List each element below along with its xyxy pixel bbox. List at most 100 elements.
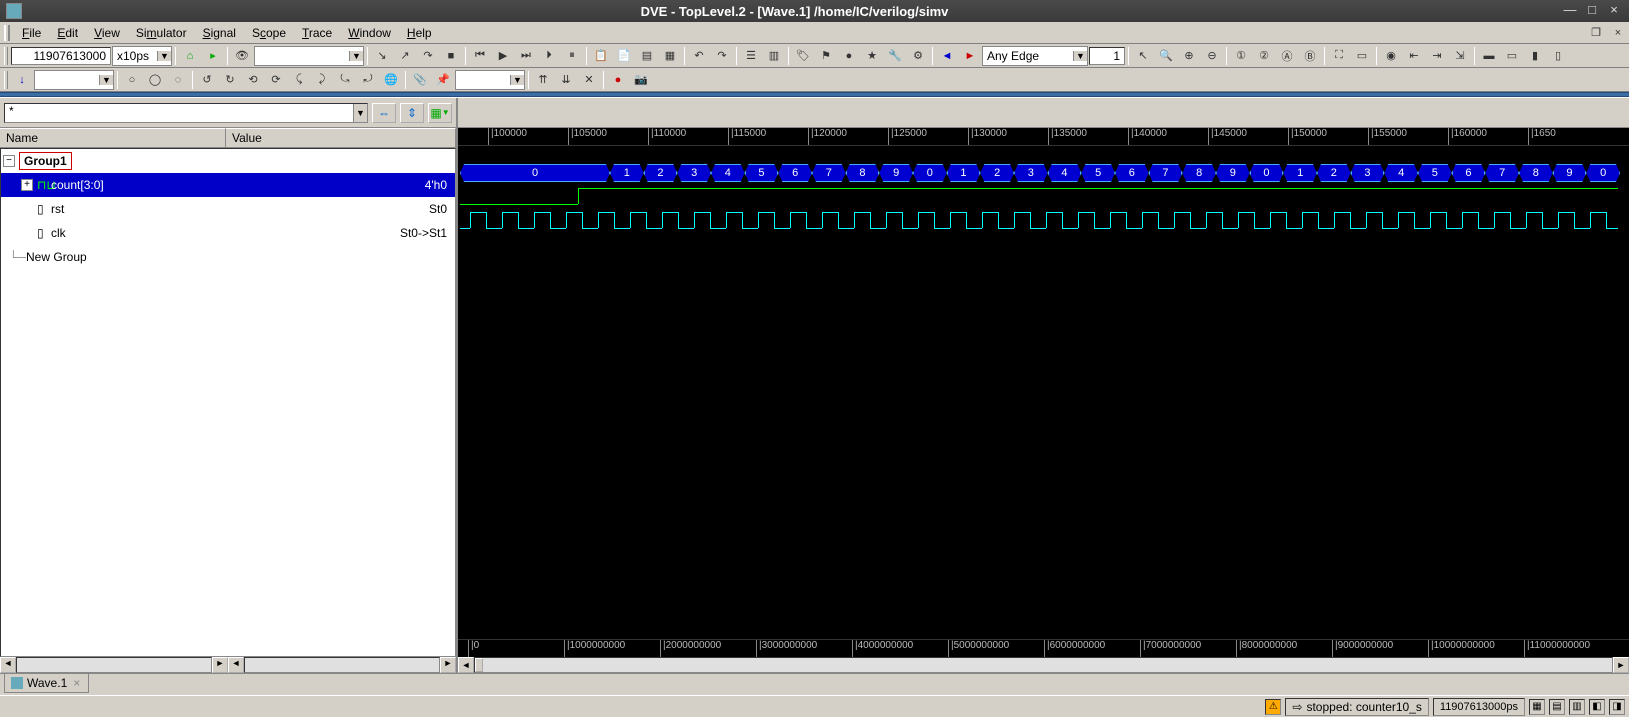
menu-scope[interactable]: Scope <box>244 24 294 42</box>
region-icon[interactable]: ▭ <box>1351 46 1373 66</box>
scroll-left2-icon[interactable]: ◄ <box>228 657 244 673</box>
trace-up-icon[interactable]: ⇈ <box>532 70 554 90</box>
filter-expand-icon[interactable]: ⇔ <box>372 103 396 123</box>
fit-icon[interactable]: ⛶ <box>1328 46 1350 66</box>
breakpoint-icon[interactable]: ● <box>838 46 860 66</box>
tab-wave1[interactable]: Wave.1 × <box>4 674 89 693</box>
grid-icon[interactable]: ▦ <box>659 46 681 66</box>
edge-mode-combo[interactable]: Any Edge▼ <box>982 46 1088 66</box>
prev-edge-icon[interactable]: ◄ <box>936 46 958 66</box>
hierarchy-icon[interactable]: ▸ <box>202 46 224 66</box>
list-icon[interactable]: ☰ <box>740 46 762 66</box>
minimize-button[interactable]: — <box>1561 3 1579 19</box>
wave-fill-icon[interactable]: ▬ <box>1478 46 1500 66</box>
signal-row-count[interactable]: + ⊓⊔ count[3:0] 4'h0 <box>1 173 455 197</box>
globe-icon[interactable]: 🌐 <box>380 70 402 90</box>
maximize-button[interactable]: □ <box>1583 3 1601 19</box>
snapshot-icon[interactable]: 📷 <box>630 70 652 90</box>
zoom-in-icon[interactable]: ⊕ <box>1178 46 1200 66</box>
collapse-icon[interactable]: − <box>3 155 15 167</box>
left-hscrollbar[interactable]: ◄ ► ◄ ► <box>0 657 456 673</box>
step8-icon[interactable]: ⤾ <box>357 70 379 90</box>
flag-icon[interactable]: ⚑ <box>815 46 837 66</box>
signal-filter-combo[interactable]: * ▼ <box>4 103 368 123</box>
edge-count-input[interactable] <box>1089 47 1125 65</box>
continue-icon[interactable]: ⏵ <box>538 46 560 66</box>
close-button[interactable]: × <box>1605 3 1623 19</box>
new-group-row[interactable]: └─ New Group <box>1 245 455 269</box>
zoom-out-icon[interactable]: ⊖ <box>1201 46 1223 66</box>
wrench-icon[interactable]: 🔧 <box>884 46 906 66</box>
status-alert-icon[interactable]: ⚠ <box>1265 699 1281 715</box>
record-icon[interactable]: ● <box>607 70 629 90</box>
home-icon[interactable]: ⌂ <box>179 46 201 66</box>
step4-icon[interactable]: ⟳ <box>265 70 287 90</box>
wave-tall-icon[interactable]: ▯ <box>1547 46 1569 66</box>
redo-icon[interactable]: ↷ <box>711 46 733 66</box>
pin-icon[interactable]: 📌 <box>432 70 454 90</box>
menu-grip[interactable] <box>4 25 10 41</box>
gear-icon[interactable]: ⚙ <box>907 46 929 66</box>
cursor-icon[interactable]: ↖ <box>1132 46 1154 66</box>
bookmark-icon[interactable]: ★ <box>861 46 883 66</box>
time-input[interactable] <box>11 47 111 65</box>
undo-icon[interactable]: ↶ <box>688 46 710 66</box>
scrollbar-thumb[interactable] <box>475 658 483 672</box>
filter-options-combo[interactable]: ▦▼ <box>428 103 452 123</box>
group-row[interactable]: − Group1 <box>1 149 455 173</box>
wave-collapse-icon[interactable]: ▭ <box>1501 46 1523 66</box>
circle1-icon[interactable]: ○ <box>121 70 143 90</box>
dropdown-arrow-icon[interactable]: ▼ <box>353 104 367 122</box>
scroll-right2-icon[interactable]: ► <box>440 657 456 673</box>
run-icon[interactable]: ▶ <box>492 46 514 66</box>
paste-icon[interactable]: 📄 <box>613 46 635 66</box>
run-fwd-icon[interactable]: ⏭ <box>515 46 537 66</box>
circle2-icon[interactable]: ◯ <box>144 70 166 90</box>
toolbar2-grip[interactable] <box>4 71 8 89</box>
down-arrow-icon[interactable]: ↓ <box>11 70 33 90</box>
search-combo[interactable]: ▼ <box>254 46 364 66</box>
scroll-right-icon[interactable]: ► <box>212 657 228 673</box>
marker2-icon[interactable]: ② <box>1253 46 1275 66</box>
status-icon-3[interactable]: ▥ <box>1569 699 1585 715</box>
wave-hscrollbar[interactable]: ◄ ► <box>458 657 1629 673</box>
time-unit-combo[interactable]: x10ps▼ <box>112 46 172 66</box>
trace-x-icon[interactable]: ✕ <box>578 70 600 90</box>
wave-row-clk[interactable] <box>458 210 1629 234</box>
step5-icon[interactable]: ⤹ <box>288 70 310 90</box>
step-out-icon[interactable]: ↗ <box>394 46 416 66</box>
menu-window[interactable]: Window <box>340 24 399 42</box>
run-back-icon[interactable]: ⏮ <box>469 46 491 66</box>
menu-simulator[interactable]: Simulator <box>128 24 195 42</box>
waveform-area[interactable]: 0123456789012345678901234567890 <box>458 146 1629 639</box>
expand-icon[interactable]: + <box>21 179 33 191</box>
menu-file[interactable]: File <box>14 24 49 42</box>
step-over-icon[interactable]: ↷ <box>417 46 439 66</box>
menu-view[interactable]: View <box>86 24 128 42</box>
marker-b-icon[interactable]: Ⓑ <box>1299 46 1321 66</box>
tab-close-icon[interactable]: × <box>71 676 82 690</box>
marker1-icon[interactable]: ① <box>1230 46 1252 66</box>
step7-icon[interactable]: ⤿ <box>334 70 356 90</box>
wave-scroll-left-icon[interactable]: ◄ <box>458 657 474 673</box>
menu-help[interactable]: Help <box>399 24 440 42</box>
next-edge-icon[interactable]: ► <box>959 46 981 66</box>
close-subwindow-icon[interactable]: × <box>1607 23 1629 43</box>
menu-signal[interactable]: Signal <box>195 24 244 42</box>
ring-icon[interactable]: ◌ <box>167 70 189 90</box>
step1-icon[interactable]: ↺ <box>196 70 218 90</box>
goto-end-icon[interactable]: ⇥ <box>1426 46 1448 66</box>
status-icon-1[interactable]: ▦ <box>1529 699 1545 715</box>
status-icon-5[interactable]: ◨ <box>1609 699 1625 715</box>
time-ruler-bottom[interactable]: |0|1000000000|2000000000|3000000000|4000… <box>458 639 1629 657</box>
signal-combo[interactable]: ▼ <box>455 70 525 90</box>
wave-scroll-right-icon[interactable]: ► <box>1613 657 1629 673</box>
step2-icon[interactable]: ↻ <box>219 70 241 90</box>
filter-collapse-icon[interactable]: ⇕ <box>400 103 424 123</box>
step-in-icon[interactable]: ↘ <box>371 46 393 66</box>
goto-start-icon[interactable]: ⇤ <box>1403 46 1425 66</box>
signal-row-clk[interactable]: ▯ clk St0->St1 <box>1 221 455 245</box>
sheet-icon[interactable]: ▤ <box>636 46 658 66</box>
status-icon-2[interactable]: ▤ <box>1549 699 1565 715</box>
time-ruler-top[interactable]: |100000|105000|110000|115000|120000|1250… <box>458 128 1629 146</box>
